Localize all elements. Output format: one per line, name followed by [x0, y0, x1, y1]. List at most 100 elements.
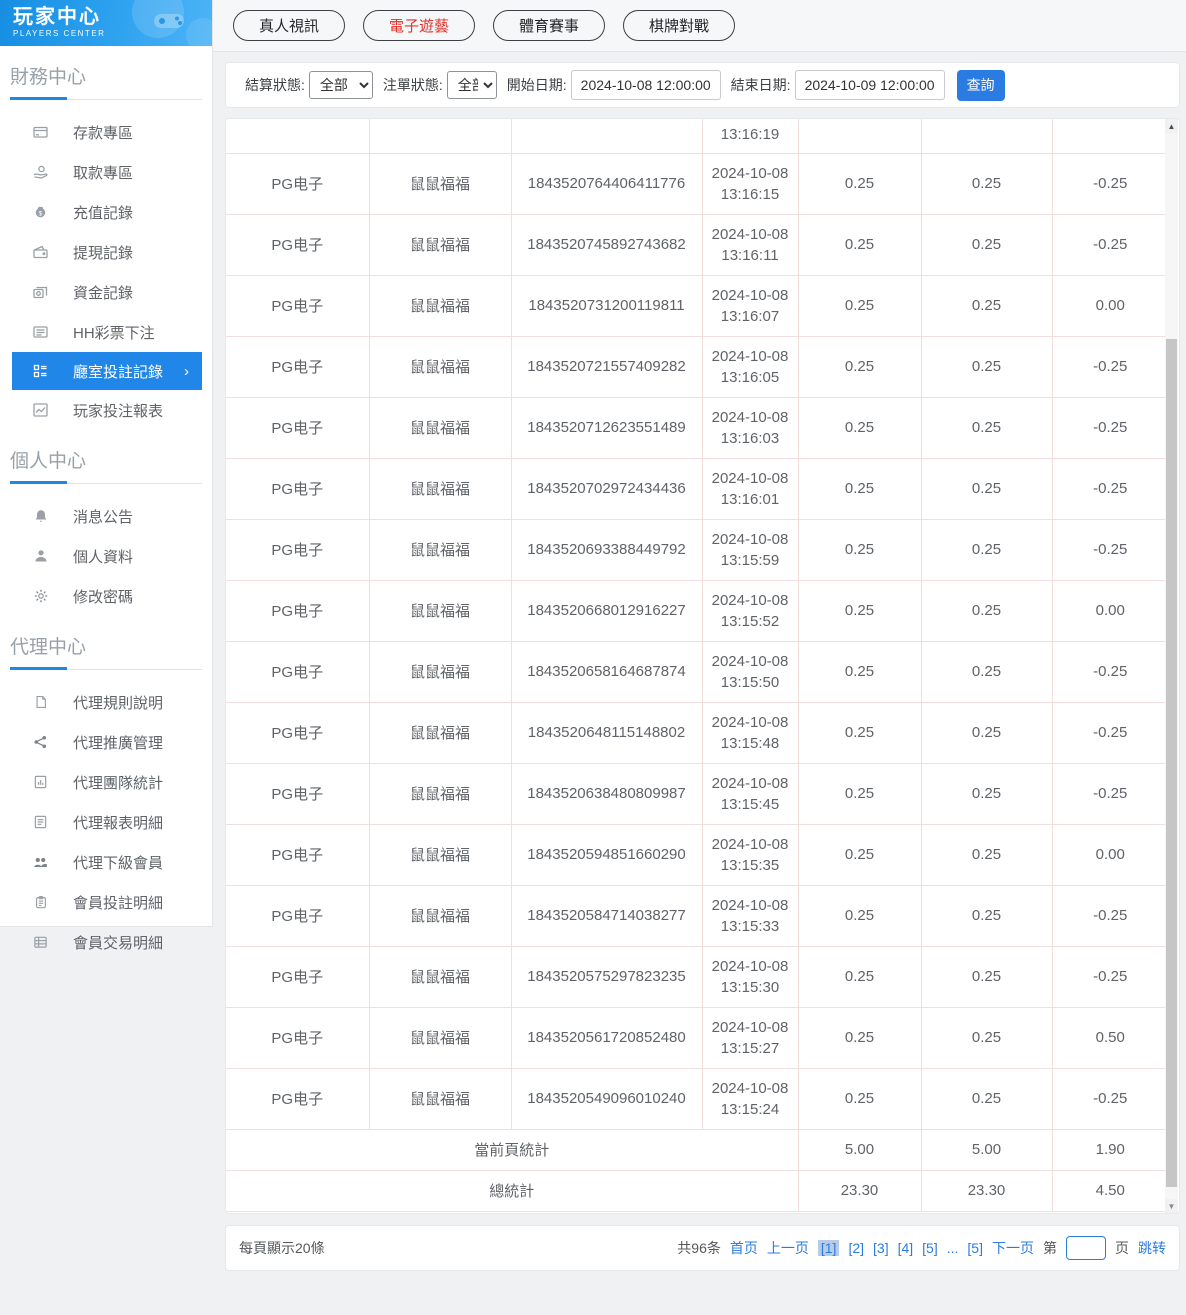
user-icon: [31, 548, 50, 564]
valid-bet-cell: 0.25: [921, 824, 1053, 886]
sidebar-item-label: HH彩票下注: [73, 324, 155, 342]
sidebar-item-deposit[interactable]: 存款專區: [0, 112, 212, 152]
end-date-input[interactable]: [794, 70, 945, 100]
clipboard-icon: [31, 894, 50, 910]
sidebar-section-agent: 代理中心: [10, 637, 87, 658]
valid-bet-cell: 0.25: [921, 275, 1053, 337]
platform-cell: PG电子: [226, 946, 370, 1008]
win-loss-cell: 0.00: [1052, 824, 1165, 886]
platform-cell: PG电子: [226, 763, 370, 825]
page-link[interactable]: [4]: [898, 1240, 914, 1256]
player-cell: 鼠鼠福福: [369, 275, 512, 337]
win-loss-cell: 0.00: [1052, 580, 1165, 642]
bet-records-table-panel: 13:16:19 PG电子 鼠鼠福福 1843520764406411776 2…: [225, 118, 1180, 1214]
page-link[interactable]: ...: [947, 1240, 959, 1256]
jump-page-input[interactable]: [1066, 1236, 1106, 1260]
win-loss-cell: -0.25: [1052, 519, 1165, 581]
bet-time-cell: 2024-10-08 13:16:01: [702, 458, 799, 520]
sidebar-item-agent-promotion[interactable]: 代理推廣管理: [0, 722, 212, 762]
bet-amount-cell: 0.25: [798, 153, 922, 215]
sidebar-item-label: 資金記錄: [73, 284, 134, 302]
sidebar-item-recharge-records[interactable]: $ 充值記錄: [0, 192, 212, 232]
tab-board-games[interactable]: 棋牌對戰: [623, 10, 736, 41]
sidebar-item-withdraw[interactable]: 取款專區: [0, 152, 212, 192]
win-loss-cell: -0.25: [1052, 153, 1165, 215]
app-subtitle: PLAYERS CENTER: [13, 29, 106, 38]
tab-electronic-games[interactable]: 電子遊藝: [363, 10, 476, 41]
sidebar-item-profile[interactable]: 個人資料: [0, 536, 212, 576]
bet-time-cell: 2024-10-08 13:16:15: [702, 153, 799, 215]
first-page-link[interactable]: 首页: [730, 1238, 758, 1258]
bet-amount-cell: 0.25: [798, 824, 922, 886]
bet-amount-cell: 0.25: [798, 580, 922, 642]
sidebar-item-agent-report-detail[interactable]: 代理報表明細: [0, 802, 212, 842]
order-id-cell: 1843520648115148802: [511, 702, 703, 764]
win-loss-cell: -0.25: [1052, 641, 1165, 703]
sidebar-item-agent-team-stats[interactable]: 代理團隊統計: [0, 762, 212, 802]
vertical-scrollbar[interactable]: ▲ ▼: [1165, 119, 1178, 1213]
prev-page-link[interactable]: 上一页: [767, 1238, 809, 1258]
table-row: PG电子 鼠鼠福福 1843520549096010240 2024-10-08…: [226, 1068, 1165, 1130]
hand-coin-icon: [31, 164, 50, 180]
platform-cell: PG电子: [226, 1007, 370, 1069]
player-cell: 鼠鼠福福: [369, 824, 512, 886]
settle-status-select[interactable]: 全部: [308, 71, 373, 99]
bet-amount-cell: 0.25: [798, 397, 922, 459]
sidebar-item-member-bet-detail[interactable]: 會員投註明細: [0, 882, 212, 922]
table-row: PG电子 鼠鼠福福 1843520721557409282 2024-10-08…: [226, 336, 1165, 398]
tab-live-casino[interactable]: 真人視訊: [233, 10, 346, 41]
table-row: PG电子 鼠鼠福福 1843520764406411776 2024-10-08…: [226, 153, 1165, 215]
sidebar-item-label: 個人資料: [73, 548, 134, 566]
jump-prefix-text: 第: [1043, 1240, 1057, 1256]
order-status-label: 注單狀態:: [382, 77, 443, 93]
scroll-down-icon[interactable]: ▼: [1165, 1199, 1178, 1213]
order-id-cell: 1843520561720852480: [511, 1007, 703, 1069]
scrollbar-thumb[interactable]: [1166, 339, 1177, 1187]
sidebar-item-lottery-bets[interactable]: HH彩票下注: [0, 312, 212, 352]
sidebar-item-label: 提現記錄: [73, 244, 134, 262]
page-link[interactable]: [2]: [848, 1240, 864, 1256]
start-date-input[interactable]: [570, 70, 721, 100]
sidebar-item-agent-sub-members[interactable]: 代理下級會員: [0, 842, 212, 882]
sidebar-item-agent-rules[interactable]: 代理規則說明: [0, 682, 212, 722]
valid-bet-cell: 0.25: [921, 641, 1053, 703]
player-cell: 鼠鼠福福: [369, 641, 512, 703]
sidebar-item-member-transaction-detail[interactable]: 會員交易明細: [0, 922, 212, 962]
order-status-select[interactable]: 全部: [446, 71, 497, 99]
sidebar-item-announcements[interactable]: 消息公告: [0, 496, 212, 536]
platform-cell: PG电子: [226, 824, 370, 886]
sidebar-item-label: 修改密碼: [73, 588, 134, 606]
page-link[interactable]: [3]: [873, 1240, 889, 1256]
win-loss-cell: -0.25: [1052, 397, 1165, 459]
logo: 玩家中心 PLAYERS CENTER: [0, 0, 212, 46]
scroll-up-icon[interactable]: ▲: [1165, 119, 1178, 133]
sidebar-item-cashout-records[interactable]: 提現記錄: [0, 232, 212, 272]
sidebar-item-label: 玩家投注報表: [73, 402, 164, 420]
page-link[interactable]: [5]: [967, 1240, 983, 1256]
sidebar-item-player-bet-report[interactable]: 玩家投注報表: [0, 390, 212, 430]
sidebar-item-change-password[interactable]: 修改密碼: [0, 576, 212, 616]
win-loss-cell: -0.25: [1052, 885, 1165, 947]
search-button[interactable]: 查詢: [956, 69, 1005, 101]
sidebar-item-room-bet-records[interactable]: 廳室投註記錄 ›: [12, 352, 202, 390]
main-content: 真人視訊 電子遊藝 體育賽事 棋牌對戰 結算狀態: 全部 注單狀態: 全部 開始…: [213, 0, 1186, 1315]
bet-amount-cell: 0.25: [798, 275, 922, 337]
bet-records-icon: [31, 363, 50, 379]
valid-bet-cell: 0.25: [921, 336, 1053, 398]
section-divider: [10, 481, 202, 484]
table-row: PG电子 鼠鼠福福 1843520561720852480 2024-10-08…: [226, 1007, 1165, 1069]
section-divider: [10, 667, 202, 670]
sidebar-item-funds-records[interactable]: 資金記錄: [0, 272, 212, 312]
sidebar-section-personal: 個人中心: [10, 451, 87, 472]
tab-sports[interactable]: 體育賽事: [493, 10, 606, 41]
people-icon: [31, 854, 50, 870]
order-id-cell: 1843520668012916227: [511, 580, 703, 642]
stats-doc-icon: [31, 774, 50, 790]
jump-action-link[interactable]: 跳转: [1138, 1238, 1166, 1258]
next-page-link[interactable]: 下一页: [992, 1238, 1034, 1258]
page-link[interactable]: [1]: [817, 1240, 840, 1256]
page-link[interactable]: [5]: [922, 1240, 938, 1256]
order-id-cell: 1843520721557409282: [511, 336, 703, 398]
report-detail-icon: [31, 814, 50, 830]
valid-bet-cell: 0.25: [921, 458, 1053, 520]
